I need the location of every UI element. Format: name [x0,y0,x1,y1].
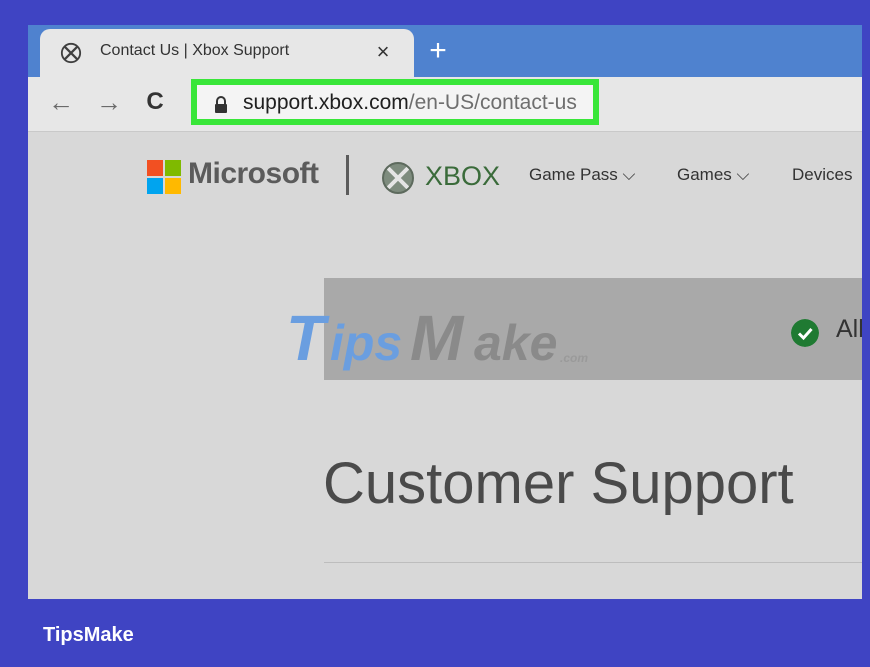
xbox-favicon-icon [60,42,82,64]
header-divider [346,155,349,195]
svg-text:T: T [286,302,330,374]
new-tab-button[interactable]: + [420,33,456,69]
browser-toolbar: ← → C support.xbox.com/en-US/contact-us [28,77,862,132]
url-host: support.xbox.com [243,91,409,114]
url-text: support.xbox.com/en-US/contact-us [243,91,577,115]
banner-status-text: All [836,315,862,343]
lock-icon [215,96,227,113]
page-title: Customer Support [323,451,794,516]
browser-window: Contact Us | Xbox Support × + ← → C supp… [28,25,862,599]
footer-brand: TipsMake [43,624,134,646]
nav-game-pass[interactable]: Game Pass ⌵ [529,165,635,185]
address-bar[interactable]: support.xbox.com/en-US/contact-us [191,79,599,125]
svg-text:ips: ips [330,315,402,371]
microsoft-logo-icon [147,160,181,194]
svg-text:M: M [410,302,465,374]
tab-title: Contact Us | Xbox Support [100,42,290,59]
close-icon[interactable]: × [370,39,396,65]
tipsmake-watermark-logo: T ips M ake .com [286,302,588,374]
section-divider [324,562,862,563]
tab-contact-us[interactable]: Contact Us | Xbox Support × [40,29,414,77]
check-circle-icon [791,319,819,347]
svg-text:.com: .com [560,351,588,365]
back-icon[interactable]: ← [46,87,76,117]
xbox-logo-icon [382,162,414,194]
tab-strip: Contact Us | Xbox Support × + [28,25,862,77]
svg-text:ake: ake [474,315,557,371]
microsoft-wordmark[interactable]: Microsoft [188,157,319,191]
url-path: /en-US/contact-us [408,91,577,114]
reload-icon[interactable]: C [140,87,170,117]
nav-devices[interactable]: Devices [792,165,852,185]
forward-icon[interactable]: → [94,87,124,117]
nav-games[interactable]: Games ⌵ [677,165,749,185]
xbox-wordmark[interactable]: XBOX [425,161,500,192]
